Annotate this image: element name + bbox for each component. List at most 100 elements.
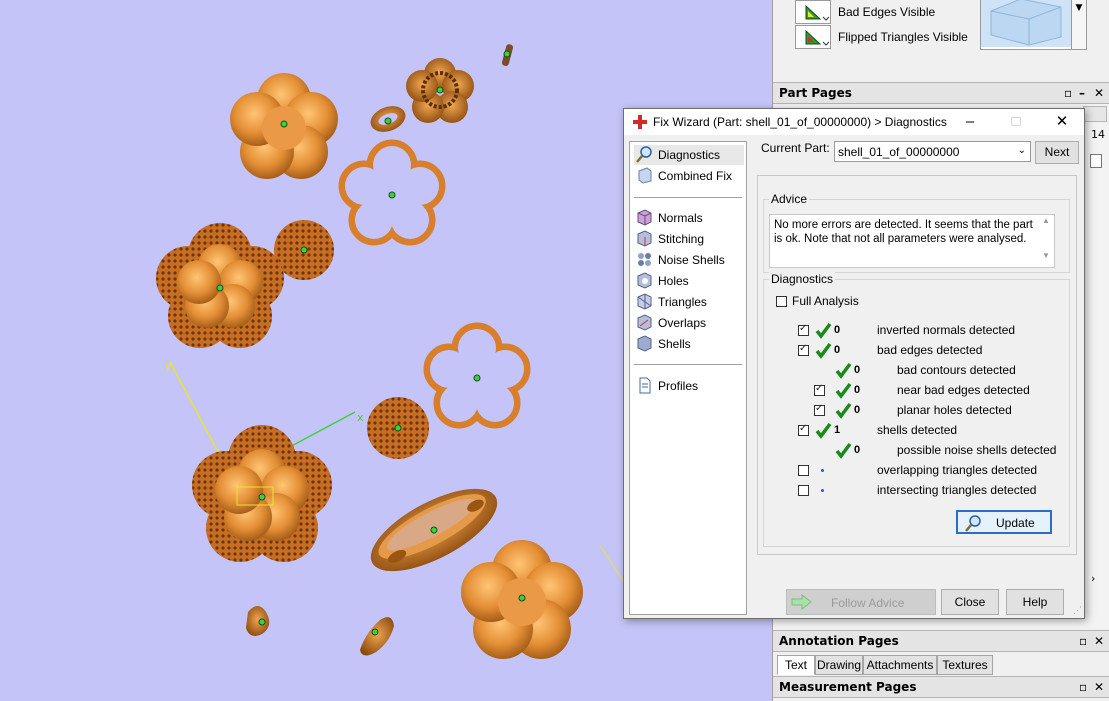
normals-icon	[637, 209, 652, 226]
triangles-icon	[637, 293, 652, 310]
beaded-ball-2[interactable]	[367, 397, 429, 459]
update-button[interactable]: Update	[956, 510, 1052, 534]
shells-icon	[637, 335, 652, 352]
nav-item-combined-fix[interactable]: Combined Fix	[634, 166, 744, 186]
advice-scroll-down-icon[interactable]: ▼	[1042, 251, 1050, 260]
tab-textures[interactable]: Textures	[937, 655, 993, 675]
nav-item-holes[interactable]: Holes	[634, 271, 744, 291]
noise-shells-icon	[638, 253, 651, 266]
status-dot-icon	[821, 489, 824, 492]
axis-y-label: y	[165, 360, 172, 373]
minimize-panel-icon[interactable]: –	[1079, 83, 1085, 103]
follow-advice-button[interactable]: Follow Advice	[786, 589, 936, 615]
planar-holes-count: 0	[854, 404, 861, 416]
inverted-normals-checkbox[interactable]	[798, 323, 809, 336]
shells-checkbox[interactable]	[798, 423, 809, 436]
nav-label-diagnostics: Diagnostics	[658, 148, 721, 162]
resize-grip-icon[interactable]: ⋰	[1073, 605, 1082, 616]
close-window-button[interactable]: ✕	[1047, 111, 1077, 133]
nav-item-noise-shells[interactable]: Noise Shells	[634, 250, 744, 270]
flower-outline-1[interactable]	[338, 139, 446, 246]
minimize-window-button[interactable]: –	[955, 111, 985, 133]
flower-pendant-top[interactable]	[230, 73, 338, 179]
charm-right[interactable]	[360, 617, 394, 656]
charm-left[interactable]	[246, 606, 270, 636]
bad-edges-toggle-icon[interactable]	[795, 0, 831, 24]
nav-item-stitching[interactable]: Stitching	[634, 229, 744, 249]
bad-edges-label: bad edges detected	[877, 343, 983, 357]
advice-scroll-up-icon[interactable]: ▲	[1042, 216, 1050, 225]
close-panel-icon[interactable]: ✕	[1094, 83, 1104, 103]
close-button[interactable]: Close	[941, 589, 999, 615]
full-analysis-checkbox[interactable]	[776, 296, 787, 307]
ornate-flower-1[interactable]	[156, 223, 284, 348]
update-button-label: Update	[996, 516, 1035, 530]
nav-label-combined-fix: Combined Fix	[658, 169, 733, 183]
overlaps-icon	[637, 314, 652, 331]
help-button[interactable]: Help	[1006, 589, 1064, 615]
bad-edges-count: 0	[834, 344, 841, 356]
current-part-select[interactable]: shell_01_of_00000000 ⌄	[834, 141, 1031, 162]
current-part-label: Current Part:	[761, 141, 830, 155]
shells-label: shells detected	[877, 423, 958, 437]
nav-item-triangles[interactable]: Triangles	[634, 292, 744, 312]
minimize-panel-icon[interactable]: ▫	[1079, 631, 1087, 651]
scroll-right-icon[interactable]: ›	[1091, 572, 1095, 585]
green-check-icon	[815, 342, 832, 359]
part-count-label: 14	[1091, 128, 1105, 141]
bad-edges-checkbox[interactable]	[798, 343, 809, 356]
nav-item-profiles[interactable]: Profiles	[634, 376, 744, 396]
flipped-triangles-toggle-icon[interactable]	[795, 25, 831, 49]
small-ring-top[interactable]	[367, 102, 409, 137]
diagnostics-group: Diagnostics Full Analysis 0 inverted nor…	[763, 272, 1070, 547]
view-cube-preview[interactable]	[980, 0, 1072, 50]
annotation-pages-title: Annotation Pages	[779, 634, 899, 648]
nav-item-diagnostics[interactable]: Diagnostics	[634, 145, 744, 165]
full-analysis-label: Full Analysis	[792, 294, 859, 308]
close-panel-icon[interactable]: ✕	[1094, 631, 1104, 651]
planar-holes-label: planar holes detected	[897, 403, 1012, 417]
cube-dropdown-button[interactable]: ▼	[1071, 0, 1087, 50]
small-pin[interactable]	[501, 44, 514, 67]
current-part-value: shell_01_of_00000000	[838, 145, 960, 159]
tab-text[interactable]: Text	[777, 655, 815, 675]
intersecting-triangles-checkbox[interactable]	[798, 485, 809, 496]
wizard-nav-panel: Diagnostics Combined Fix Normals Stitchi…	[629, 141, 747, 615]
nav-item-shells[interactable]: Shells	[634, 334, 744, 354]
close-panel-icon[interactable]: ✕	[1094, 677, 1104, 697]
near-bad-edges-label: near bad edges detected	[897, 383, 1030, 397]
next-button[interactable]: Next	[1035, 141, 1079, 164]
nav-label-shells: Shells	[658, 337, 691, 351]
cube-icon	[981, 0, 1071, 47]
dialog-titlebar[interactable]: Fix Wizard (Part: shell_01_of_00000000) …	[624, 109, 1084, 135]
list-scroll-indicator[interactable]	[1090, 154, 1102, 168]
flower-pendant-bottom[interactable]	[461, 540, 583, 659]
nav-item-normals[interactable]: Normals	[634, 208, 744, 228]
tab-drawing[interactable]: Drawing	[815, 655, 863, 675]
ornate-flower-2[interactable]	[192, 425, 332, 562]
maximize-window-button[interactable]: □	[1001, 111, 1031, 133]
magnifier-icon	[636, 146, 652, 163]
measurement-pages-title: Measurement Pages	[779, 680, 917, 694]
ghost-axis-line	[599, 544, 625, 583]
overlapping-triangles-checkbox[interactable]	[798, 465, 809, 476]
green-check-icon	[815, 422, 832, 439]
part-tab-strip[interactable]	[1083, 106, 1107, 122]
nav-item-overlaps[interactable]: Overlaps	[634, 313, 744, 333]
planar-holes-checkbox[interactable]	[814, 403, 825, 416]
fix-wizard-cross-icon	[633, 115, 647, 129]
pin-icon[interactable]: ▫	[1064, 83, 1072, 103]
holes-icon	[637, 272, 652, 289]
tab-attachments[interactable]: Attachments	[863, 655, 937, 675]
near-bad-edges-checkbox[interactable]	[814, 383, 825, 396]
dialog-title: Fix Wizard (Part: shell_01_of_00000000) …	[653, 115, 947, 129]
advice-title: Advice	[769, 192, 810, 206]
flower-outline-2[interactable]	[423, 322, 531, 429]
lettered-medallion[interactable]	[406, 58, 474, 123]
minimize-panel-icon[interactable]: ▫	[1079, 677, 1087, 697]
document-icon	[639, 377, 651, 394]
part-pages-header: Part Pages ▫ – ✕	[773, 82, 1109, 104]
nav-label-profiles: Profiles	[658, 379, 699, 393]
flipped-triangles-label: Flipped Triangles Visible	[838, 30, 968, 44]
axis-x-label: x	[357, 411, 364, 424]
